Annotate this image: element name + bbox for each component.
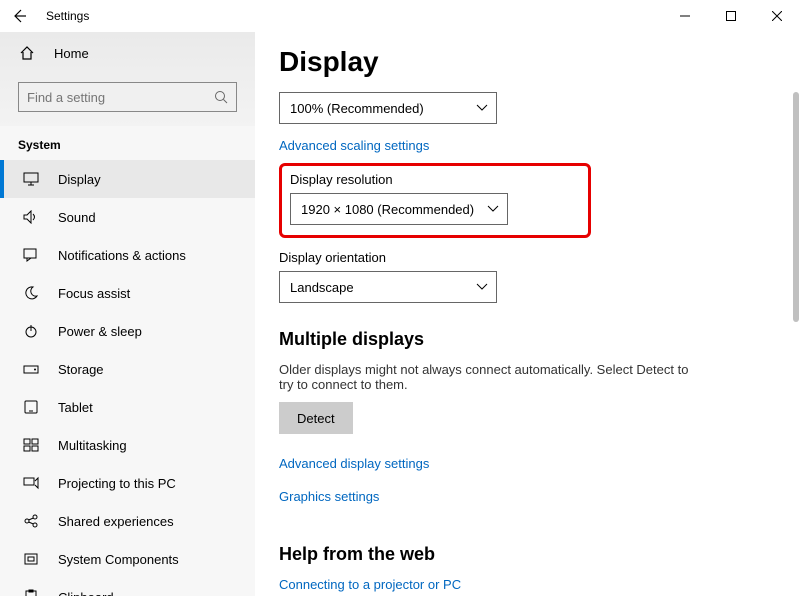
storage-icon	[22, 362, 40, 376]
shared-icon	[22, 513, 40, 529]
sidebar-item-focus-assist[interactable]: Focus assist	[0, 274, 255, 312]
minimize-icon	[680, 11, 690, 21]
sidebar-item-label: Shared experiences	[58, 514, 174, 529]
scrollbar[interactable]	[793, 92, 799, 322]
scale-dropdown[interactable]: 100% (Recommended)	[279, 92, 497, 124]
sidebar-item-projecting[interactable]: Projecting to this PC	[0, 464, 255, 502]
sidebar-item-label: Sound	[58, 210, 96, 225]
projecting-icon	[22, 476, 40, 490]
sidebar-item-label: System Components	[58, 552, 179, 567]
search-input[interactable]	[18, 82, 237, 112]
orientation-label: Display orientation	[279, 250, 770, 265]
titlebar: Settings	[0, 0, 800, 32]
home-icon	[18, 45, 36, 61]
sidebar-item-sound[interactable]: Sound	[0, 198, 255, 236]
multitasking-icon	[22, 438, 40, 452]
display-icon	[22, 172, 40, 186]
home-label: Home	[54, 46, 89, 61]
advanced-display-link[interactable]: Advanced display settings	[279, 456, 429, 471]
resolution-value: 1920 × 1080 (Recommended)	[301, 202, 474, 217]
sidebar-item-label: Multitasking	[58, 438, 127, 453]
notifications-icon	[22, 248, 40, 262]
sidebar-item-label: Display	[58, 172, 101, 187]
clipboard-icon	[22, 589, 40, 596]
help-link-projector[interactable]: Connecting to a projector or PC	[279, 577, 770, 592]
components-icon	[22, 552, 40, 566]
window-title: Settings	[46, 9, 89, 23]
category-label: System	[0, 126, 255, 160]
multiple-displays-desc: Older displays might not always connect …	[279, 362, 689, 392]
orientation-dropdown[interactable]: Landscape	[279, 271, 497, 303]
close-icon	[772, 11, 782, 21]
minimize-button[interactable]	[662, 0, 708, 32]
sidebar-item-label: Projecting to this PC	[58, 476, 176, 491]
close-button[interactable]	[754, 0, 800, 32]
sidebar-item-label: Focus assist	[58, 286, 130, 301]
tablet-icon	[22, 400, 40, 414]
sidebar-item-shared-experiences[interactable]: Shared experiences	[0, 502, 255, 540]
sound-icon	[22, 210, 40, 224]
resolution-highlight: Display resolution 1920 × 1080 (Recommen…	[279, 163, 591, 238]
sidebar-nav: Display Sound Notifications & actions Fo…	[0, 160, 255, 596]
maximize-button[interactable]	[708, 0, 754, 32]
sidebar-item-tablet[interactable]: Tablet	[0, 388, 255, 426]
sidebar-item-storage[interactable]: Storage	[0, 350, 255, 388]
home-nav[interactable]: Home	[0, 32, 255, 74]
back-button[interactable]	[6, 3, 32, 29]
chevron-down-icon	[476, 104, 488, 112]
focus-assist-icon	[22, 285, 40, 301]
sidebar-item-label: Clipboard	[58, 590, 114, 596]
orientation-value: Landscape	[290, 280, 354, 295]
multiple-displays-heading: Multiple displays	[279, 329, 770, 350]
main-content: Display 100% (Recommended) Advanced scal…	[255, 32, 800, 596]
page-title: Display	[279, 46, 770, 78]
detect-button[interactable]: Detect	[279, 402, 353, 434]
sidebar-item-label: Notifications & actions	[58, 248, 186, 263]
chevron-down-icon	[487, 205, 499, 213]
sidebar-item-label: Power & sleep	[58, 324, 142, 339]
sidebar-item-power-sleep[interactable]: Power & sleep	[0, 312, 255, 350]
sidebar: Home System Display Sound	[0, 32, 255, 596]
power-icon	[22, 323, 40, 339]
help-heading: Help from the web	[279, 544, 770, 565]
maximize-icon	[726, 11, 736, 21]
sidebar-item-clipboard[interactable]: Clipboard	[0, 578, 255, 596]
search-field[interactable]	[27, 90, 214, 105]
graphics-settings-link[interactable]: Graphics settings	[279, 489, 379, 504]
resolution-label: Display resolution	[290, 172, 576, 187]
sidebar-item-display[interactable]: Display	[0, 160, 255, 198]
scale-value: 100% (Recommended)	[290, 101, 424, 116]
arrow-left-icon	[11, 8, 27, 24]
resolution-dropdown[interactable]: 1920 × 1080 (Recommended)	[290, 193, 508, 225]
sidebar-item-notifications[interactable]: Notifications & actions	[0, 236, 255, 274]
sidebar-item-label: Storage	[58, 362, 104, 377]
sidebar-item-label: Tablet	[58, 400, 93, 415]
advanced-scaling-link[interactable]: Advanced scaling settings	[279, 138, 429, 153]
search-icon	[214, 90, 228, 104]
chevron-down-icon	[476, 283, 488, 291]
sidebar-item-multitasking[interactable]: Multitasking	[0, 426, 255, 464]
sidebar-item-system-components[interactable]: System Components	[0, 540, 255, 578]
